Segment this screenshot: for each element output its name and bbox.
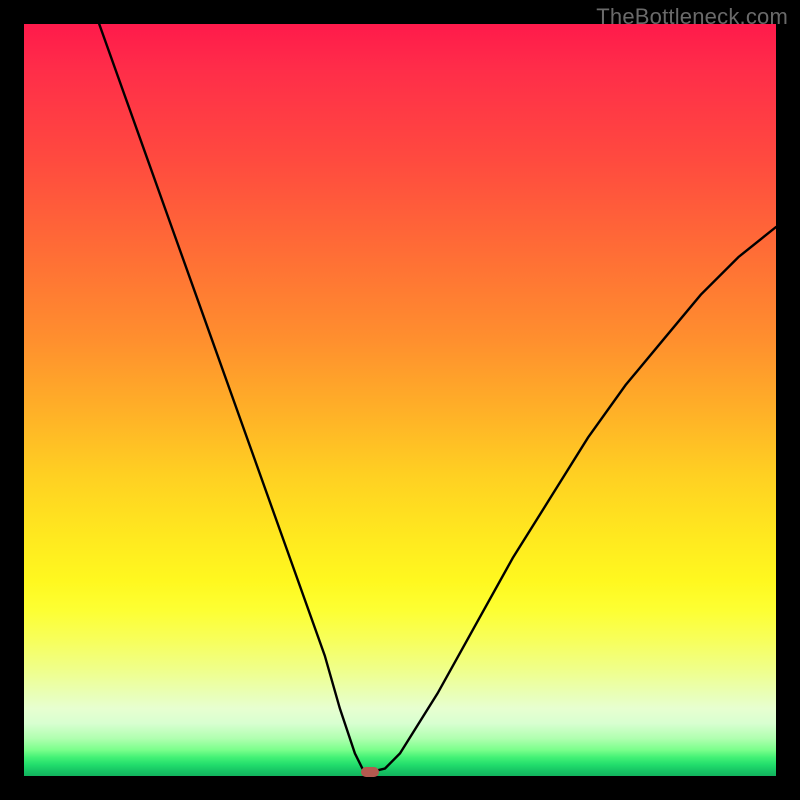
bottleneck-curve [24, 24, 776, 776]
curve-path [99, 24, 776, 772]
optimal-point-marker [361, 767, 379, 777]
chart-stage: TheBottleneck.com [0, 0, 800, 800]
plot-area [24, 24, 776, 776]
watermark-text: TheBottleneck.com [596, 4, 788, 30]
